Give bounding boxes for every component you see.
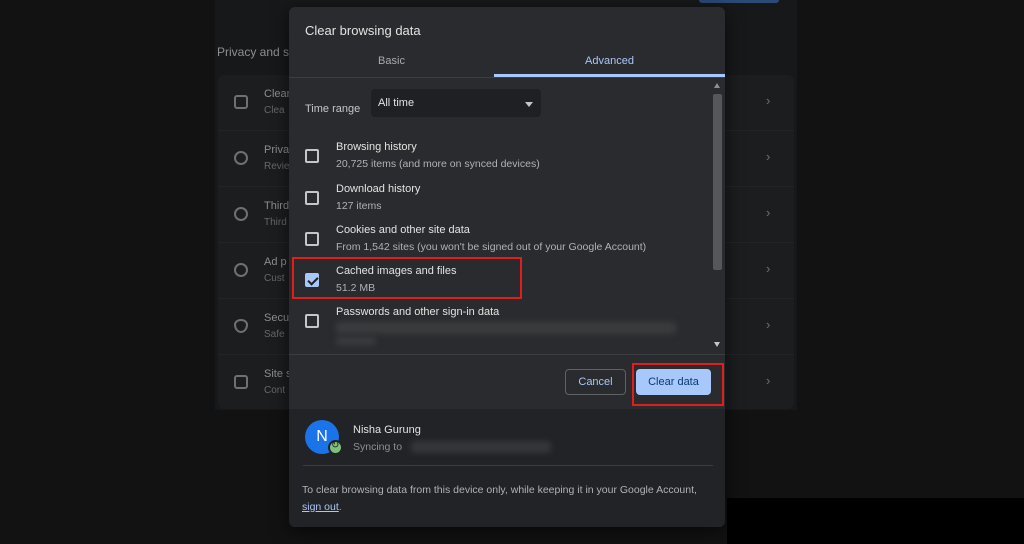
settings-row-subtitle: Third	[264, 217, 287, 228]
redacted-text	[336, 337, 376, 345]
list-item: Download history 127 items	[289, 183, 709, 224]
note-end: .	[338, 501, 342, 513]
settings-row-title: Third	[264, 200, 290, 212]
settings-row-subtitle: Cont	[264, 385, 286, 396]
note-text: To clear browsing data from this device …	[302, 484, 697, 496]
scroll-up-arrow-icon[interactable]	[714, 83, 720, 88]
chevron-right-icon: ›	[766, 373, 771, 388]
settings-row-subtitle: Safe	[264, 329, 285, 340]
item-title: Passwords and other sign-in data	[336, 306, 500, 318]
footer-divider	[289, 354, 725, 355]
settings-row-title: Ad p	[264, 256, 287, 268]
sliders-icon	[234, 375, 248, 389]
settings-row-title: Priva	[264, 144, 290, 156]
item-title: Download history	[336, 183, 421, 195]
privacy-section-heading: Privacy and s	[217, 45, 290, 59]
black-overlay-region	[727, 498, 1024, 544]
settings-row-subtitle: Clea	[264, 105, 285, 116]
item-subtitle: 127 items	[336, 200, 382, 212]
settings-row-title: Secu	[264, 312, 290, 324]
clear-data-highlight-box	[632, 363, 724, 406]
list-item: Browsing history 20,725 items (and more …	[289, 141, 709, 182]
dropdown-arrow-icon	[525, 102, 533, 107]
cached-images-highlight-box	[292, 257, 522, 299]
trash-icon	[234, 95, 248, 109]
sign-out-link[interactable]: sign out	[302, 501, 339, 513]
item-title: Cookies and other site data	[336, 224, 470, 236]
chevron-right-icon: ›	[766, 149, 771, 164]
redacted-text	[336, 322, 676, 334]
chevron-right-icon: ›	[766, 317, 771, 332]
download-history-checkbox[interactable]	[305, 191, 319, 205]
scroll-down-arrow-icon[interactable]	[714, 342, 720, 347]
account-name: Nisha Gurung	[353, 424, 421, 436]
cookie-icon	[234, 207, 248, 221]
settings-row-title: Clear	[264, 88, 291, 100]
redacted-email	[411, 441, 551, 453]
passwords-checkbox[interactable]	[305, 314, 319, 328]
settings-row-title: Site s	[264, 368, 292, 380]
time-range-value: All time	[378, 97, 415, 109]
item-subtitle: 20,725 items (and more on synced devices…	[336, 158, 540, 170]
settings-row-subtitle: Cust	[264, 273, 285, 284]
dialog-content: Time range All time Browsing history 20,…	[289, 78, 725, 354]
settings-top-button	[699, 0, 779, 3]
chevron-right-icon: ›	[766, 93, 771, 108]
chevron-right-icon: ›	[766, 261, 771, 276]
dialog-title: Clear browsing data	[305, 23, 421, 38]
sync-status: Syncing to	[353, 441, 403, 453]
tab-basic[interactable]: Basic	[289, 49, 494, 77]
account-divider	[303, 465, 713, 466]
time-range-label: Time range	[305, 103, 361, 115]
account-section: N Nisha Gurung Syncing to To clear brows…	[289, 409, 725, 527]
plus-circle-icon	[234, 151, 248, 165]
item-subtitle: From 1,542 sites (you won't be signed ou…	[336, 241, 647, 253]
browsing-history-checkbox[interactable]	[305, 149, 319, 163]
chevron-right-icon: ›	[766, 205, 771, 220]
item-title: Browsing history	[336, 141, 417, 153]
cancel-button[interactable]: Cancel	[565, 369, 626, 395]
tab-advanced[interactable]: Advanced	[494, 49, 725, 77]
ad-privacy-icon	[234, 263, 248, 277]
cookies-checkbox[interactable]	[305, 232, 319, 246]
list-item: Passwords and other sign-in data	[289, 306, 709, 347]
scrollbar-thumb[interactable]	[713, 94, 722, 270]
sign-out-note: To clear browsing data from this device …	[302, 482, 712, 516]
sync-icon	[328, 440, 343, 455]
content-scrollbar[interactable]	[712, 78, 723, 354]
time-range-select[interactable]: All time	[371, 89, 541, 117]
settings-row-subtitle: Revie	[264, 161, 290, 172]
shield-icon	[234, 319, 248, 333]
